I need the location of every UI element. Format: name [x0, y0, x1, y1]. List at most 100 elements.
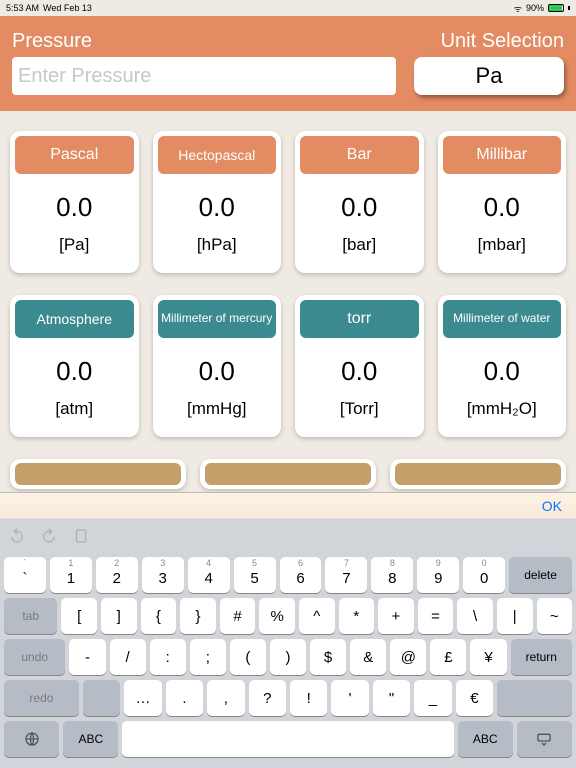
key[interactable]: ) [270, 639, 306, 675]
conversion-card[interactable] [200, 459, 376, 489]
conversion-card[interactable] [390, 459, 566, 489]
card-header: Pascal [15, 136, 134, 174]
conversion-card[interactable]: Bar 0.0 [bar] [295, 131, 424, 273]
key[interactable]: 88 [371, 557, 413, 593]
dismiss-keyboard-key[interactable] [517, 721, 572, 757]
battery-icon [548, 4, 564, 12]
key[interactable]: @ [390, 639, 426, 675]
key[interactable]: 44 [188, 557, 230, 593]
header: Pressure Unit Selection Pa [0, 16, 576, 111]
undo-icon[interactable] [8, 527, 26, 545]
conversion-card[interactable]: Millimeter of water 0.0 [mmH₂O] [438, 295, 567, 437]
abc-key-left[interactable]: ABC [63, 721, 118, 757]
status-bar: 5:53 AM Wed Feb 13 ᯤ 90% [0, 0, 576, 16]
card-value: 0.0 [199, 192, 235, 223]
blank-key[interactable] [83, 680, 120, 716]
key[interactable]: ^ [299, 598, 335, 634]
redo-icon[interactable] [40, 527, 58, 545]
tab-key[interactable]: tab [4, 598, 57, 634]
key[interactable]: \ [457, 598, 493, 634]
key[interactable]: 77 [325, 557, 367, 593]
delete-key[interactable]: delete [509, 557, 572, 593]
card-value: 0.0 [341, 192, 377, 223]
key[interactable]: ' [331, 680, 368, 716]
conversion-card[interactable]: Pascal 0.0 [Pa] [10, 131, 139, 273]
key[interactable]: 22 [96, 557, 138, 593]
key[interactable]: : [150, 639, 186, 675]
key[interactable]: " [373, 680, 410, 716]
undo-key[interactable]: undo [4, 639, 65, 675]
wifi-icon: ᯤ [514, 2, 522, 15]
conversion-card[interactable] [10, 459, 186, 489]
key[interactable]: * [339, 598, 375, 634]
key[interactable]: 99 [417, 557, 459, 593]
card-unit: [mbar] [478, 235, 526, 255]
key[interactable]: ; [190, 639, 226, 675]
key[interactable]: € [456, 680, 493, 716]
space-key[interactable] [122, 721, 453, 757]
card-header: Millibar [443, 136, 562, 174]
key[interactable]: … [124, 680, 161, 716]
key[interactable]: ¥ [470, 639, 506, 675]
key[interactable]: 66 [280, 557, 322, 593]
redo-key[interactable]: redo [4, 680, 79, 716]
key[interactable]: ~ [537, 598, 573, 634]
card-value: 0.0 [341, 356, 377, 387]
key[interactable]: 11 [50, 557, 92, 593]
pressure-input[interactable] [12, 57, 396, 95]
key[interactable]: _ [414, 680, 451, 716]
conversion-card[interactable]: Millimeter of mercury 0.0 [mmHg] [153, 295, 282, 437]
ok-button[interactable]: OK [542, 498, 562, 514]
key[interactable]: = [418, 598, 454, 634]
card-header [205, 463, 371, 485]
key[interactable]: $ [310, 639, 346, 675]
card-unit: [Pa] [59, 235, 89, 255]
return-key[interactable]: return [511, 639, 572, 675]
card-unit: [atm] [55, 399, 93, 419]
card-header: torr [300, 300, 419, 338]
card-value: 0.0 [56, 192, 92, 223]
card-unit: [bar] [342, 235, 376, 255]
key[interactable]: 55 [234, 557, 276, 593]
key[interactable]: [ [61, 598, 97, 634]
card-header: Bar [300, 136, 419, 174]
clipboard-icon[interactable] [72, 527, 90, 545]
battery-percent: 90% [526, 3, 544, 13]
conversion-card[interactable]: torr 0.0 [Torr] [295, 295, 424, 437]
key[interactable]: + [378, 598, 414, 634]
keyboard-toolbar [0, 519, 576, 553]
abc-key-right[interactable]: ABC [458, 721, 513, 757]
conversion-card[interactable]: Atmosphere 0.0 [atm] [10, 295, 139, 437]
key[interactable]: , [207, 680, 244, 716]
key[interactable]: | [497, 598, 533, 634]
key[interactable]: % [259, 598, 295, 634]
conversion-card[interactable]: Hectopascal 0.0 [hPa] [153, 131, 282, 273]
key[interactable]: £ [430, 639, 466, 675]
card-header [395, 463, 561, 485]
card-header: Millimeter of mercury [158, 300, 277, 338]
unit-select-button[interactable]: Pa [414, 57, 564, 95]
key[interactable]: & [350, 639, 386, 675]
key[interactable]: ( [230, 639, 266, 675]
card-unit: [mmHg] [187, 399, 247, 419]
key[interactable]: ? [249, 680, 286, 716]
key[interactable]: - [69, 639, 105, 675]
key[interactable]: { [141, 598, 177, 634]
unit-selection-label: Unit Selection [441, 30, 564, 53]
blank-key[interactable] [497, 680, 572, 716]
status-time: 5:53 AM [6, 3, 39, 13]
key[interactable]: # [220, 598, 256, 634]
key[interactable]: 00 [463, 557, 505, 593]
key[interactable]: / [110, 639, 146, 675]
key[interactable]: 33 [142, 557, 184, 593]
key[interactable]: ] [101, 598, 137, 634]
conversion-card[interactable]: Millibar 0.0 [mbar] [438, 131, 567, 273]
key[interactable]: . [166, 680, 203, 716]
key[interactable]: `` [4, 557, 46, 593]
key[interactable]: } [180, 598, 216, 634]
card-unit: [hPa] [197, 235, 237, 255]
pressure-label: Pressure [12, 30, 92, 53]
card-unit: [Torr] [340, 399, 379, 419]
key[interactable]: ! [290, 680, 327, 716]
globe-key[interactable] [4, 721, 59, 757]
